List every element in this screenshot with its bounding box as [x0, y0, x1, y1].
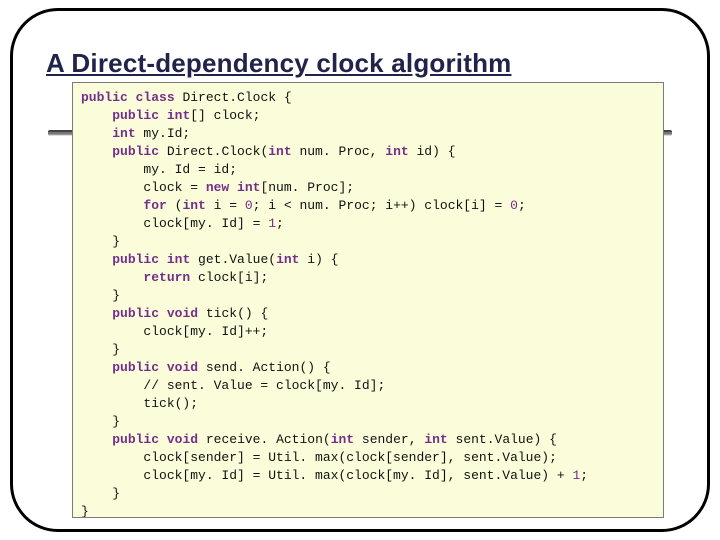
- code-text: send. Action() {: [198, 360, 331, 375]
- code-text: my. Id = id;: [81, 162, 237, 177]
- code-text: get.Value(: [190, 252, 276, 267]
- num-literal: 0: [245, 198, 253, 213]
- code-text: }: [81, 486, 120, 501]
- code-text: [81, 252, 112, 267]
- code-text: sent.Value) {: [448, 432, 557, 447]
- code-text: [81, 270, 143, 285]
- code-text: [128, 90, 136, 105]
- code-text: [159, 108, 167, 123]
- code-text: [229, 180, 237, 195]
- kw-int: int: [424, 432, 447, 447]
- kw-public: public: [112, 432, 159, 447]
- code-text: clock[i];: [190, 270, 268, 285]
- code-text: [81, 198, 143, 213]
- code-text: ;: [518, 198, 526, 213]
- kw-public: public: [112, 108, 159, 123]
- code-text: [159, 252, 167, 267]
- code-listing: public class Direct.Clock { public int[]…: [72, 82, 664, 518]
- kw-int: int: [167, 252, 190, 267]
- code-text: }: [81, 414, 120, 429]
- code-text: receive. Action(: [198, 432, 331, 447]
- code-text: }: [81, 342, 120, 357]
- code-text: ;: [276, 216, 284, 231]
- code-text: }: [81, 288, 120, 303]
- code-text: Direct.Clock(: [159, 144, 268, 159]
- kw-int: int: [385, 144, 408, 159]
- code-text: num. Proc,: [292, 144, 386, 159]
- code-text: clock[my. Id] =: [81, 216, 268, 231]
- code-text: ;: [580, 468, 588, 483]
- code-text: tick();: [81, 396, 198, 411]
- kw-void: void: [167, 360, 198, 375]
- kw-int: int: [268, 144, 291, 159]
- slide-title: A Direct-dependency clock algorithm: [46, 48, 511, 79]
- kw-int: int: [331, 432, 354, 447]
- code-text: clock[my. Id]++;: [81, 324, 268, 339]
- kw-int: int: [237, 180, 260, 195]
- code-text: [81, 108, 112, 123]
- code-text: [] clock;: [190, 108, 260, 123]
- code-text: [81, 306, 112, 321]
- code-text: i =: [206, 198, 245, 213]
- code-text: sender,: [354, 432, 424, 447]
- code-text: [159, 432, 167, 447]
- code-text: }: [81, 234, 120, 249]
- kw-public: public: [81, 90, 128, 105]
- code-text: [num. Proc];: [260, 180, 354, 195]
- code-text: i) {: [299, 252, 338, 267]
- kw-int: int: [182, 198, 205, 213]
- code-text: clock[my. Id] = Util. max(clock[my. Id],…: [81, 468, 572, 483]
- num-literal: 0: [510, 198, 518, 213]
- kw-public: public: [112, 306, 159, 321]
- code-text: my.Id;: [136, 126, 191, 141]
- code-text: [81, 144, 112, 159]
- num-literal: 1: [268, 216, 276, 231]
- code-text: clock[sender] = Util. max(clock[sender],…: [81, 450, 557, 465]
- code-text: [81, 126, 112, 141]
- code-text: [159, 360, 167, 375]
- code-text: [81, 360, 112, 375]
- kw-int: int: [276, 252, 299, 267]
- kw-public: public: [112, 360, 159, 375]
- kw-return: return: [143, 270, 190, 285]
- code-text: ; i < num. Proc; i++) clock[i] =: [253, 198, 510, 213]
- code-text: [81, 432, 112, 447]
- kw-public: public: [112, 144, 159, 159]
- kw-void: void: [167, 432, 198, 447]
- code-text: (: [167, 198, 183, 213]
- kw-void: void: [167, 306, 198, 321]
- code-text: Direct.Clock {: [175, 90, 292, 105]
- kw-new: new: [206, 180, 229, 195]
- code-text: id) {: [409, 144, 456, 159]
- code-text: }: [81, 504, 89, 518]
- code-text: // sent. Value = clock[my. Id];: [81, 378, 385, 393]
- kw-int: int: [112, 126, 135, 141]
- code-text: clock =: [81, 180, 206, 195]
- code-text: tick() {: [198, 306, 268, 321]
- kw-int: int: [167, 108, 190, 123]
- code-text: [159, 306, 167, 321]
- kw-class: class: [136, 90, 175, 105]
- kw-public: public: [112, 252, 159, 267]
- kw-for: for: [143, 198, 166, 213]
